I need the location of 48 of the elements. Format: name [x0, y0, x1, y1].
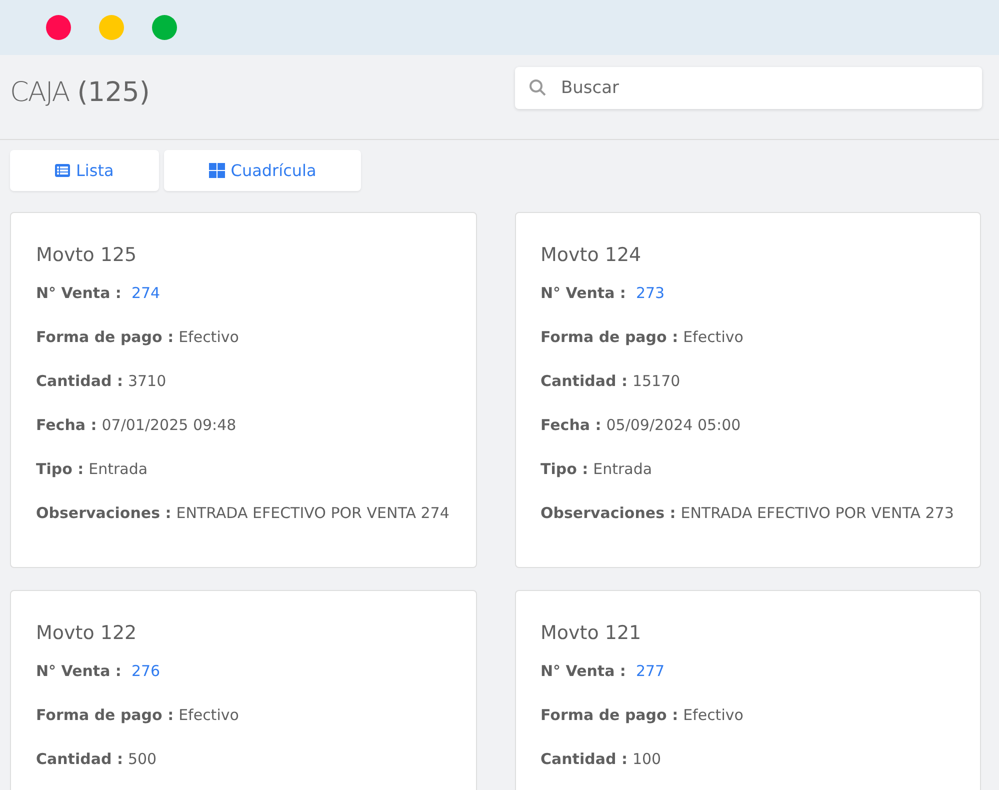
field-label: Observaciones : [36, 503, 172, 524]
field-label: Fecha : [540, 415, 602, 436]
field-label: N° Venta : [36, 661, 122, 682]
field-label: Cantidad : [36, 749, 123, 770]
record-count: (125) [77, 76, 150, 110]
card-title: Movto 124 [540, 243, 642, 268]
field-label: Cantidad : [540, 371, 628, 392]
field-value: 100 [632, 749, 662, 770]
sale-link[interactable]: 276 [131, 660, 160, 683]
field-value: 3710 [128, 371, 166, 392]
field-label: Forma de pago : [36, 705, 174, 726]
field-label: Tipo : [36, 459, 84, 480]
field-label: N° Venta : [540, 283, 626, 304]
field-label: Cantidad : [36, 371, 123, 392]
view-button[interactable]: Cuadrícula [164, 150, 362, 191]
view-button[interactable]: Lista [10, 150, 159, 191]
sale-link[interactable]: 277 [636, 660, 665, 683]
field-value: 15170 [632, 371, 680, 392]
field-value: Efectivo [178, 327, 239, 348]
page-title: CAJA [10, 76, 70, 110]
field-value: Entrada [593, 459, 652, 480]
field-label: Forma de pago : [540, 327, 678, 348]
card-title: Movto 125 [36, 243, 138, 268]
search-field[interactable]: Buscar [515, 67, 982, 109]
grid-icon [208, 163, 225, 178]
sale-link[interactable]: 274 [131, 282, 160, 305]
field-value: 05/09/2024 05:00 [606, 415, 741, 436]
field-value: ENTRADA EFECTIVO POR VENTA 274 [176, 503, 450, 524]
field-value: ENTRADA EFECTIVO POR VENTA 273 [680, 503, 954, 524]
sale-link[interactable]: 273 [636, 282, 665, 305]
field-label: N° Venta : [540, 661, 626, 682]
field-label: N° Venta : [36, 283, 122, 304]
field-label: Tipo : [540, 459, 588, 480]
card-title: Movto 121 [540, 621, 642, 646]
card-title: Movto 122 [36, 621, 138, 646]
field-label: Forma de pago : [36, 327, 174, 348]
field-value: Efectivo [178, 705, 239, 726]
search-icon [529, 79, 546, 96]
field-value: Entrada [88, 459, 148, 480]
field-label: Observaciones : [540, 503, 676, 524]
field-value: 07/01/2025 09:48 [102, 415, 236, 436]
field-value: Efectivo [683, 327, 744, 348]
field-label: Fecha : [36, 415, 97, 436]
list-icon [55, 164, 70, 177]
field-label: Forma de pago : [540, 705, 678, 726]
field-value: 500 [128, 749, 157, 770]
field-value: Efectivo [683, 705, 744, 726]
field-label: Cantidad : [540, 749, 628, 770]
